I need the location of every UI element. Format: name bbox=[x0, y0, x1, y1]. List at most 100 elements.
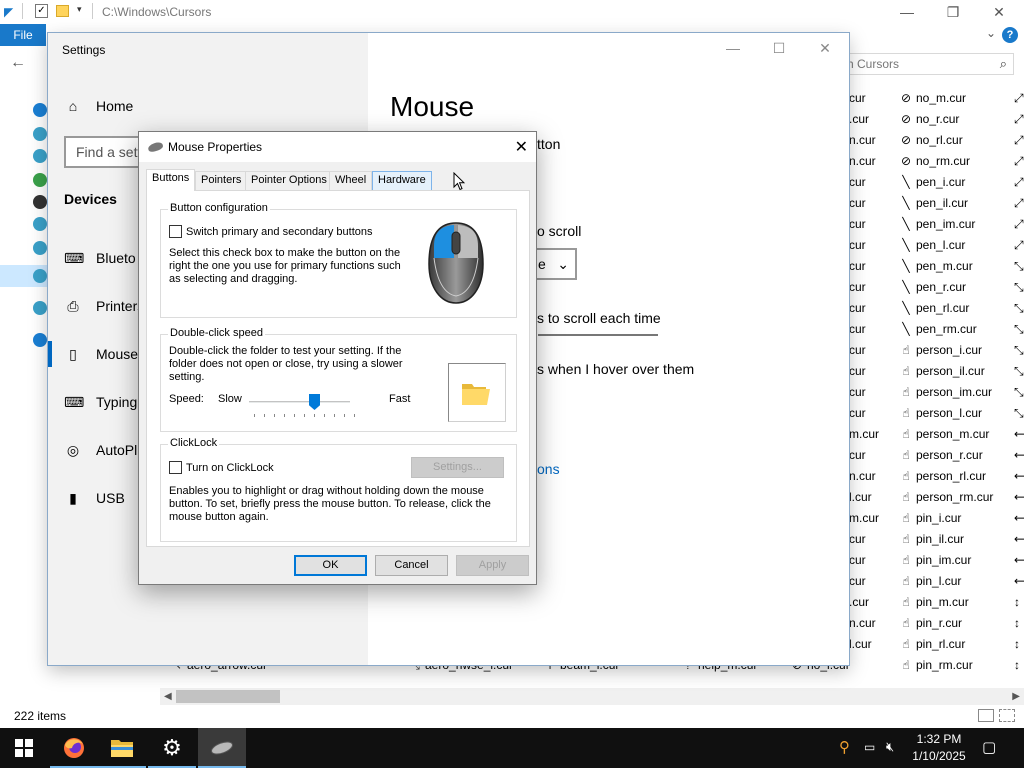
file-item[interactable]: ☝ person_rm.cur bbox=[899, 487, 993, 508]
globe-icon[interactable] bbox=[33, 333, 47, 347]
file-item[interactable]: ╲ pen_l.cur bbox=[899, 235, 965, 256]
file-item[interactable]: n.cur bbox=[849, 130, 876, 151]
file-item[interactable]: ☝ person_l.cur bbox=[899, 403, 982, 424]
file-item[interactable]: ╲ pen_im.cur bbox=[899, 214, 975, 235]
cursor-file-icon[interactable]: ⤢ bbox=[1014, 193, 1024, 214]
switch-buttons-checkbox[interactable] bbox=[169, 225, 182, 238]
file-item[interactable]: ⊘ no_rm.cur bbox=[899, 151, 970, 172]
back-arrow-icon[interactable]: ← bbox=[10, 54, 26, 72]
file-item[interactable]: cur bbox=[849, 445, 866, 466]
file-item[interactable]: cur bbox=[849, 277, 866, 298]
file-item[interactable]: m.cur bbox=[849, 508, 879, 529]
cursor-file-icon[interactable]: ⤡ bbox=[1014, 319, 1024, 340]
file-item[interactable]: l.cur bbox=[849, 487, 872, 508]
cursor-file-icon[interactable]: ⟷ bbox=[1014, 571, 1024, 592]
tab-pointer-options[interactable]: Pointer Options bbox=[245, 171, 333, 190]
cursor-file-icon[interactable]: ⟷ bbox=[1014, 529, 1024, 550]
file-item[interactable]: ☝ pin_il.cur bbox=[899, 529, 964, 550]
file-item[interactable]: cur bbox=[849, 319, 866, 340]
action-center-icon[interactable]: ▢ bbox=[982, 738, 996, 756]
file-item[interactable]: ☝ person_r.cur bbox=[899, 445, 982, 466]
lines-slider-track[interactable] bbox=[538, 334, 658, 336]
cancel-button[interactable]: Cancel bbox=[375, 555, 448, 576]
file-item[interactable]: ╲ pen_il.cur bbox=[899, 193, 968, 214]
cursor-file-icon[interactable]: ⤢ bbox=[1014, 172, 1024, 193]
properties-icon[interactable]: ✓ bbox=[35, 4, 48, 18]
file-item[interactable]: ☝ pin_i.cur bbox=[899, 508, 961, 529]
sidebar-item-typing[interactable]: ⌨ Typing bbox=[64, 390, 137, 414]
sidebar-item-home[interactable]: ⌂ Home bbox=[64, 94, 134, 118]
tab-pointers[interactable]: Pointers bbox=[195, 171, 248, 190]
file-item[interactable]: ☝ pin_r.cur bbox=[899, 613, 962, 634]
close-button[interactable]: ✕ bbox=[805, 40, 845, 57]
folder-tree-icon[interactable] bbox=[33, 149, 47, 163]
close-icon[interactable]: ✕ bbox=[515, 137, 528, 157]
test-folder-area[interactable] bbox=[448, 363, 506, 422]
drive-icon[interactable] bbox=[33, 103, 47, 117]
cursor-file-icon[interactable]: ⟷ bbox=[1014, 550, 1024, 571]
file-item[interactable]: ⊘ no_rl.cur bbox=[899, 130, 963, 151]
minimize-button[interactable]: — bbox=[713, 40, 753, 56]
file-item[interactable]: ☝ person_im.cur bbox=[899, 382, 992, 403]
cursor-file-icon[interactable]: ⤡ bbox=[1014, 340, 1024, 361]
file-item[interactable]: cur bbox=[849, 550, 866, 571]
file-item[interactable]: ╲ pen_m.cur bbox=[899, 256, 972, 277]
file-item[interactable]: .cur bbox=[849, 592, 869, 613]
cursor-file-icon[interactable]: ⤢ bbox=[1014, 214, 1024, 235]
file-item[interactable]: cur bbox=[849, 235, 866, 256]
cursor-file-icon[interactable]: ⟷ bbox=[1014, 445, 1024, 466]
file-item[interactable]: ☝ pin_l.cur bbox=[899, 571, 961, 592]
folder-tree-icon[interactable] bbox=[33, 269, 47, 283]
start-button[interactable] bbox=[0, 728, 48, 768]
cursor-file-icon[interactable]: ⤢ bbox=[1014, 151, 1024, 172]
file-item[interactable]: ⊘ no_m.cur bbox=[899, 88, 966, 109]
cursor-file-icon[interactable]: ⤡ bbox=[1014, 403, 1024, 424]
network-icon[interactable] bbox=[33, 301, 47, 315]
file-explorer-taskbar-button[interactable] bbox=[98, 728, 146, 768]
cursor-file-icon[interactable]: ⟷ bbox=[1014, 508, 1024, 529]
minimize-button[interactable]: — bbox=[884, 2, 930, 22]
tab-hardware[interactable]: Hardware bbox=[372, 171, 432, 190]
folder-tree-icon[interactable] bbox=[33, 241, 47, 255]
file-item[interactable]: .cur bbox=[849, 109, 869, 130]
folder-tree-icon[interactable] bbox=[33, 127, 47, 141]
file-item[interactable]: cur bbox=[849, 571, 866, 592]
clicklock-settings-button[interactable]: Settings... bbox=[411, 457, 504, 478]
cursor-file-icon[interactable]: ⟷ bbox=[1014, 487, 1024, 508]
folder-tree-icon[interactable] bbox=[33, 217, 47, 231]
ok-button[interactable]: OK bbox=[294, 555, 367, 576]
clicklock-checkbox[interactable] bbox=[169, 461, 182, 474]
file-item[interactable]: cur bbox=[849, 361, 866, 382]
file-item[interactable]: cur bbox=[849, 382, 866, 403]
file-item[interactable]: ☝ person_rl.cur bbox=[899, 466, 986, 487]
cursor-file-icon[interactable]: ⤢ bbox=[1014, 235, 1024, 256]
search-input[interactable]: h Cursors ⌕ bbox=[838, 53, 1014, 75]
file-item[interactable]: cur bbox=[849, 529, 866, 550]
file-item[interactable]: m.cur bbox=[849, 424, 879, 445]
file-item[interactable]: cur bbox=[849, 340, 866, 361]
folder-tree-icon[interactable] bbox=[33, 195, 47, 209]
additional-mouse-options-link[interactable]: ons bbox=[537, 461, 560, 477]
help-icon[interactable]: ? bbox=[1002, 27, 1018, 43]
close-button[interactable]: ✕ bbox=[976, 2, 1022, 22]
qat-dropdown-icon[interactable]: ▾ bbox=[77, 4, 82, 15]
file-item[interactable]: cur bbox=[849, 298, 866, 319]
file-item[interactable]: ☝ person_i.cur bbox=[899, 340, 982, 361]
cursor-file-icon[interactable]: ⤢ bbox=[1014, 109, 1024, 130]
maximize-button[interactable]: ☐ bbox=[759, 40, 799, 57]
large-icons-view-icon[interactable] bbox=[999, 709, 1015, 722]
speed-slider-thumb[interactable] bbox=[309, 394, 320, 410]
sidebar-item-usb[interactable]: ▮ USB bbox=[64, 486, 125, 510]
search-icon[interactable]: ⚲ bbox=[839, 738, 850, 756]
file-item[interactable]: ☝ pin_im.cur bbox=[899, 550, 971, 571]
system-clock[interactable]: 1:32 PM 1/10/2025 bbox=[906, 731, 972, 765]
file-item[interactable]: cur bbox=[849, 88, 866, 109]
file-item[interactable]: l.cur bbox=[849, 634, 872, 655]
cursor-file-icon[interactable]: ⤡ bbox=[1014, 361, 1024, 382]
file-item[interactable]: ╲ pen_rl.cur bbox=[899, 298, 969, 319]
volume-muted-icon[interactable]: 🔇︎ bbox=[886, 739, 894, 755]
file-item[interactable]: ╲ pen_rm.cur bbox=[899, 319, 976, 340]
file-item[interactable]: ╲ pen_r.cur bbox=[899, 277, 966, 298]
apply-button[interactable]: Apply bbox=[456, 555, 529, 576]
horizontal-scrollbar[interactable]: ◀ ▶ bbox=[160, 688, 1024, 705]
